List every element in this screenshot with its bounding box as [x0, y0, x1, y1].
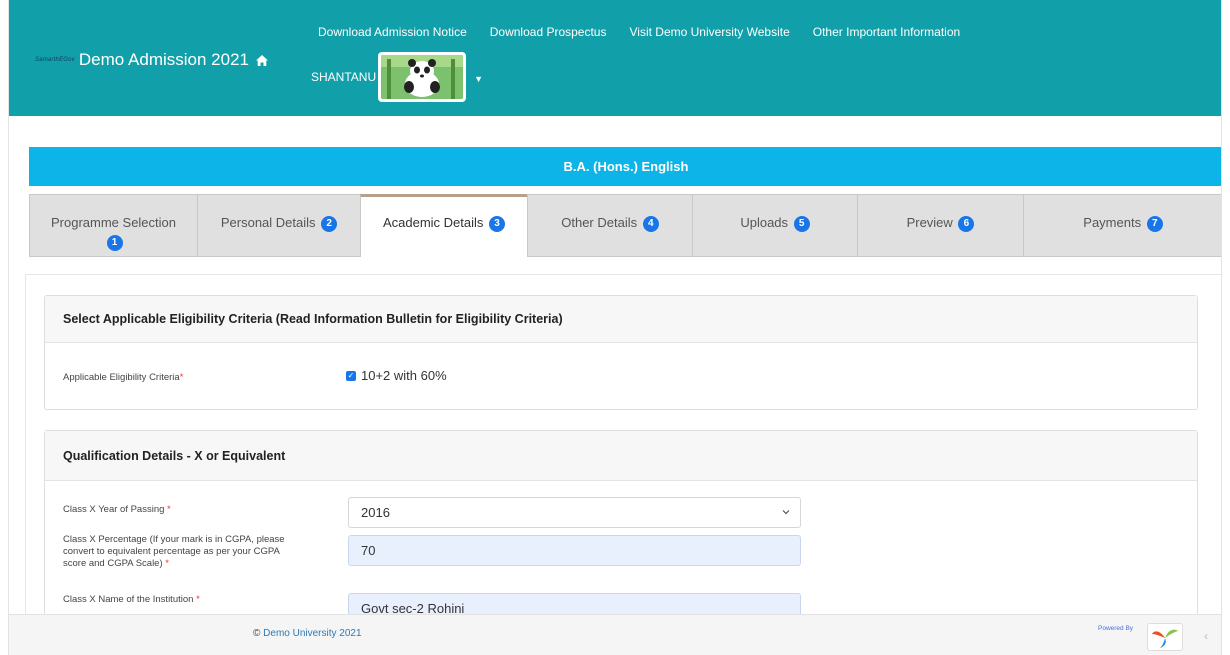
- chevron-down-icon[interactable]: ▼: [474, 74, 483, 84]
- brand[interactable]: SamarthEGov Demo Admission 2021: [35, 50, 269, 70]
- institution-label-text: Class X Name of the Institution: [63, 594, 194, 605]
- percentage-value: 70: [361, 543, 376, 558]
- step-tabs: Programme Selection 1 Personal Details 2…: [29, 194, 1221, 257]
- top-nav: Download Admission Notice Download Prosp…: [318, 25, 983, 39]
- eligibility-option[interactable]: ✓ 10+2 with 60%: [346, 368, 447, 383]
- home-icon[interactable]: [255, 54, 269, 67]
- panda-avatar-image: [381, 55, 464, 99]
- required-mark: *: [167, 504, 171, 515]
- copyright-link[interactable]: Demo University 2021: [263, 628, 361, 639]
- powered-by-label: Powered By: [1098, 625, 1134, 632]
- chevron-down-icon: [782, 510, 790, 515]
- step-badge: 3: [489, 215, 506, 232]
- step-badge: 5: [793, 215, 810, 232]
- required-mark: *: [179, 372, 184, 383]
- step-badge: 6: [958, 215, 975, 232]
- percentage-label-line: Class X Percentage (If your mark is in C…: [63, 534, 285, 545]
- nav-visit-university-website[interactable]: Visit Demo University Website: [629, 25, 789, 39]
- tab-label: Personal Details: [220, 215, 316, 230]
- tab-payments[interactable]: Payments 7: [1023, 194, 1221, 257]
- app-title[interactable]: Demo Admission 2021: [79, 50, 249, 70]
- step-badge: 7: [1146, 215, 1163, 232]
- form-content: Select Applicable Eligibility Criteria (…: [25, 274, 1221, 630]
- year-label-text: Class X Year of Passing: [63, 504, 165, 515]
- page-frame: SamarthEGov Demo Admission 2021 Download…: [8, 0, 1222, 655]
- tab-label: Payments: [1083, 215, 1142, 230]
- chevron-left-icon[interactable]: ‹: [1195, 625, 1217, 647]
- step-badge: 4: [642, 215, 659, 232]
- tab-uploads[interactable]: Uploads 5: [692, 194, 857, 257]
- step-badge: 1: [106, 234, 123, 251]
- nav-download-admission-notice[interactable]: Download Admission Notice: [318, 25, 467, 39]
- qualification-card: Qualification Details - X or Equivalent …: [44, 430, 1198, 630]
- eligibility-option-label[interactable]: 10+2 with 60%: [361, 368, 447, 383]
- required-mark: *: [165, 558, 169, 569]
- user-name[interactable]: SHANTANU: [311, 70, 376, 84]
- year-of-passing-label: Class X Year of Passing *: [63, 504, 171, 516]
- year-of-passing-select[interactable]: 2016: [348, 497, 801, 528]
- tab-label: Other Details: [561, 215, 638, 230]
- nav-other-important-information[interactable]: Other Important Information: [813, 25, 960, 39]
- user-menu[interactable]: SHANTANU ▼: [311, 52, 483, 102]
- institution-label: Class X Name of the Institution *: [63, 594, 200, 606]
- tab-preview[interactable]: Preview 6: [857, 194, 1023, 257]
- tab-academic-details[interactable]: Academic Details 3: [360, 194, 527, 257]
- programme-title-bar: B.A. (Hons.) English: [29, 147, 1221, 186]
- percentage-label-line: convert to equivalent percentage as per …: [63, 546, 280, 557]
- tab-label: Uploads: [740, 215, 789, 230]
- checkbox-checked-icon[interactable]: ✓: [346, 370, 356, 381]
- tab-programme-selection[interactable]: Programme Selection 1: [29, 194, 197, 257]
- leaf-logo-icon: [1152, 629, 1178, 648]
- footer: © Demo University 2021 Powered By ‹: [9, 614, 1221, 655]
- tab-label: Preview: [906, 215, 953, 230]
- required-mark: *: [196, 594, 200, 605]
- percentage-label: Class X Percentage (If your mark is in C…: [63, 534, 285, 570]
- brand-logo: SamarthEGov: [35, 57, 75, 63]
- avatar[interactable]: [378, 52, 467, 102]
- qualification-heading: Qualification Details - X or Equivalent: [45, 431, 1197, 481]
- percentage-label-line: score and CGPA Scale): [63, 558, 163, 569]
- percentage-input[interactable]: 70: [348, 535, 801, 566]
- samarth-logo-icon[interactable]: [1147, 623, 1183, 651]
- eligibility-heading: Select Applicable Eligibility Criteria (…: [45, 296, 1197, 343]
- eligibility-label-text: Applicable Eligibility Criteria: [63, 372, 180, 383]
- tab-other-details[interactable]: Other Details 4: [527, 194, 692, 257]
- copyright-symbol: ©: [253, 628, 261, 639]
- eligibility-label: Applicable Eligibility Criteria*: [63, 372, 183, 384]
- year-value: 2016: [361, 505, 390, 520]
- tab-label: Academic Details: [382, 215, 484, 230]
- eligibility-card: Select Applicable Eligibility Criteria (…: [44, 295, 1198, 410]
- tab-personal-details[interactable]: Personal Details 2: [197, 194, 360, 257]
- step-badge: 2: [321, 215, 338, 232]
- copyright: © Demo University 2021: [253, 628, 362, 639]
- nav-download-prospectus[interactable]: Download Prospectus: [490, 25, 607, 39]
- header: SamarthEGov Demo Admission 2021 Download…: [9, 0, 1221, 116]
- tab-label: Programme Selection: [51, 215, 176, 230]
